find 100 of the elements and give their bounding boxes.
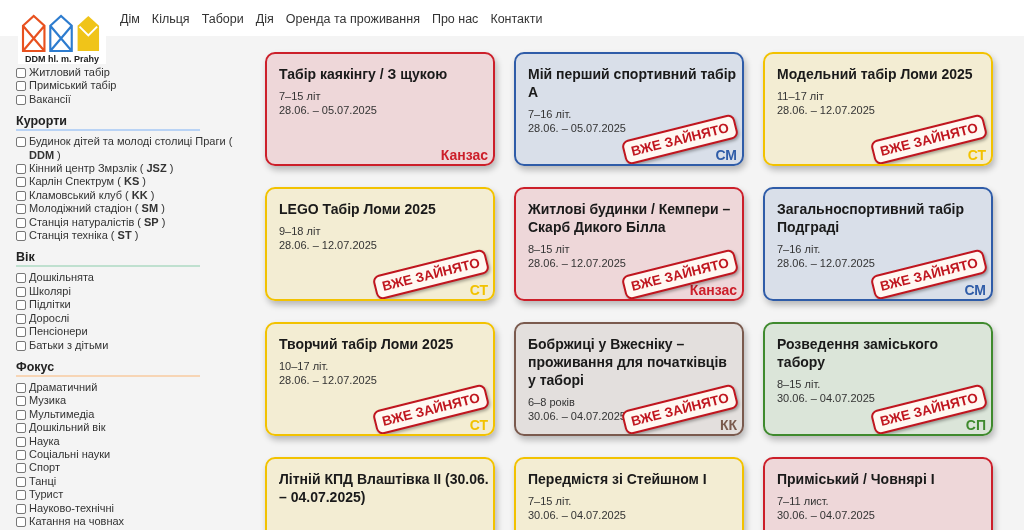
filter-label[interactable]: Підлітки bbox=[29, 298, 71, 312]
nav-link[interactable]: Табори bbox=[201, 12, 244, 26]
checkbox[interactable] bbox=[16, 382, 26, 393]
filter-label[interactable]: Катання на човнах bbox=[29, 514, 125, 529]
filter-label[interactable]: Будинок дітей та молоді столиці Праги ( DDM ) bbox=[29, 135, 248, 163]
camp-card[interactable]: Передмістя зі Стейшном I 7–15 літ. 30.06. – 04.07.2025 bbox=[514, 457, 744, 530]
location-code: Канзас bbox=[440, 147, 488, 163]
checkbox[interactable] bbox=[16, 286, 26, 297]
checkbox[interactable] bbox=[16, 449, 26, 460]
camp-title: Літній КПД Влаштівка II (30.06. – 04.07.2025) bbox=[279, 470, 489, 506]
age-range: 7–16 літ. bbox=[777, 242, 821, 256]
filter-label[interactable]: Приміський табір bbox=[29, 79, 117, 93]
nav-link[interactable]: Про нас bbox=[431, 12, 479, 26]
filter-label[interactable]: Вакансії bbox=[29, 92, 71, 107]
checkbox[interactable] bbox=[16, 313, 26, 324]
filter-label[interactable]: Пенсіонери bbox=[29, 325, 88, 339]
checkbox[interactable] bbox=[16, 327, 26, 338]
age-range: 8–15 літ bbox=[528, 242, 570, 256]
filter-label[interactable]: Танці bbox=[29, 474, 57, 489]
location-code: СТ bbox=[469, 282, 488, 298]
camp-card[interactable]: Табір каякінгу / З щукою 7–15 літ 28.06. – 05.07.2025 Канзас bbox=[265, 52, 495, 166]
nav-link[interactable]: Контакти bbox=[490, 12, 543, 26]
date-range: 28.06. – 05.07.2025 bbox=[279, 103, 377, 117]
checkbox[interactable] bbox=[16, 164, 26, 175]
age-range: 11–17 літ bbox=[777, 89, 824, 103]
nav-link[interactable]: Кільця bbox=[151, 12, 190, 26]
checkbox[interactable] bbox=[16, 137, 26, 148]
filter-label[interactable]: Музика bbox=[29, 394, 67, 408]
location-code: КК bbox=[719, 417, 737, 433]
nav-link[interactable]: Оренда та проживання bbox=[285, 12, 420, 26]
age-range: 9–18 літ bbox=[279, 224, 321, 238]
filter-heading: Фокус bbox=[16, 359, 200, 377]
checkbox[interactable] bbox=[16, 423, 26, 434]
location-code: СТ bbox=[967, 147, 986, 163]
checkbox[interactable] bbox=[16, 68, 26, 78]
camp-title: LEGO Табір Ломи 2025 bbox=[279, 200, 437, 218]
filter-label[interactable]: Батьки з дітьми bbox=[29, 338, 109, 352]
filter-label[interactable]: Дорослі bbox=[29, 311, 70, 326]
location-code: СТ bbox=[469, 417, 488, 433]
filter-label[interactable]: Дошкільнята bbox=[29, 271, 94, 285]
checkbox[interactable] bbox=[16, 476, 26, 487]
filter-label[interactable]: Станція техніка ( ST ) bbox=[29, 229, 139, 243]
checkbox[interactable] bbox=[16, 204, 26, 215]
checkbox[interactable] bbox=[16, 340, 26, 351]
location-code: Канзас bbox=[689, 282, 737, 298]
checkbox[interactable] bbox=[16, 231, 26, 242]
checkbox[interactable] bbox=[16, 436, 26, 447]
filter-label[interactable]: Карлін Спектрум ( KS ) bbox=[29, 175, 146, 189]
camp-title: Приміський / Човнярі I bbox=[777, 470, 936, 488]
checkbox[interactable] bbox=[16, 463, 26, 474]
filter-label[interactable]: Мультимедіа bbox=[29, 407, 95, 422]
filter-label[interactable]: Науково-технічні bbox=[29, 501, 115, 515]
filter-heading: Вік bbox=[16, 250, 200, 268]
date-range: 30.06. – 04.07.2025 bbox=[528, 508, 626, 522]
camp-title: Табір каякінгу / З щукою bbox=[279, 65, 449, 83]
age-range: 7–15 літ. bbox=[528, 494, 572, 508]
checkbox[interactable] bbox=[16, 177, 26, 188]
filter-label[interactable]: Житловий табір bbox=[29, 66, 110, 80]
age-range: 10–17 літ. bbox=[279, 359, 329, 373]
filter-label[interactable]: Школярі bbox=[29, 284, 71, 299]
date-range: 30.06. – 04.07.2025 bbox=[777, 508, 875, 522]
camp-title: Розведення заміського табору bbox=[777, 335, 939, 371]
camp-card[interactable]: Літній КПД Влаштівка II (30.06. – 04.07.2025) bbox=[265, 457, 495, 530]
filter-label[interactable]: Драматичний bbox=[29, 380, 98, 395]
filter-label[interactable]: Станція натуралістів ( SP ) bbox=[29, 215, 166, 230]
camp-card[interactable]: Приміський / Човнярі I 7–11 лист. 30.06. – 04.07.2025 bbox=[763, 457, 993, 530]
checkbox[interactable] bbox=[16, 190, 26, 201]
location-code: СМ bbox=[964, 282, 986, 298]
filter-label[interactable]: Кламовський клуб ( KK ) bbox=[29, 188, 155, 203]
camp-title: Житлові будинки / Кемпери – Скарб Дикого Білла bbox=[528, 200, 732, 236]
logo[interactable]: DDM hl. m. Prahy bbox=[18, 12, 106, 64]
checkbox[interactable] bbox=[16, 94, 26, 105]
checkbox[interactable] bbox=[16, 217, 26, 228]
checkbox[interactable] bbox=[16, 81, 26, 92]
camp-title: Загальноспортивний табір Подграді bbox=[777, 200, 966, 236]
checkbox[interactable] bbox=[16, 490, 26, 501]
age-range: 7–16 літ. bbox=[528, 107, 572, 121]
camp-title: Модельний табір Ломи 2025 bbox=[777, 65, 974, 83]
filter-label[interactable]: Турист bbox=[29, 488, 64, 502]
filter-label[interactable]: Соціальні науки bbox=[29, 447, 111, 462]
filter-label[interactable]: Наука bbox=[29, 434, 60, 448]
camp-title: Мій перший спортивний табір А bbox=[528, 65, 738, 101]
checkbox[interactable] bbox=[16, 409, 26, 420]
filter-label[interactable]: Спорт bbox=[29, 461, 60, 475]
location-code: СМ bbox=[715, 147, 737, 163]
age-range: 8–15 літ. bbox=[777, 377, 821, 391]
camp-title: Творчий табір Ломи 2025 bbox=[279, 335, 455, 353]
filter-label[interactable]: Молодіжний стадіон ( SM ) bbox=[29, 202, 165, 216]
nav-link[interactable]: Дія bbox=[255, 12, 274, 26]
filter-label[interactable]: Кінний центр Змрзлік ( JSZ ) bbox=[29, 162, 174, 176]
age-range: 7–15 літ bbox=[279, 89, 321, 103]
checkbox[interactable] bbox=[16, 516, 26, 527]
checkbox[interactable] bbox=[16, 503, 26, 514]
checkbox[interactable] bbox=[16, 396, 26, 407]
filter-heading: Курорти bbox=[16, 114, 200, 132]
checkbox[interactable] bbox=[16, 273, 26, 284]
nav-link[interactable]: Дім bbox=[120, 12, 140, 26]
checkbox[interactable] bbox=[16, 300, 26, 311]
filter-label[interactable]: Дошкільний вік bbox=[29, 421, 106, 435]
age-range: 6–8 років bbox=[528, 395, 575, 409]
